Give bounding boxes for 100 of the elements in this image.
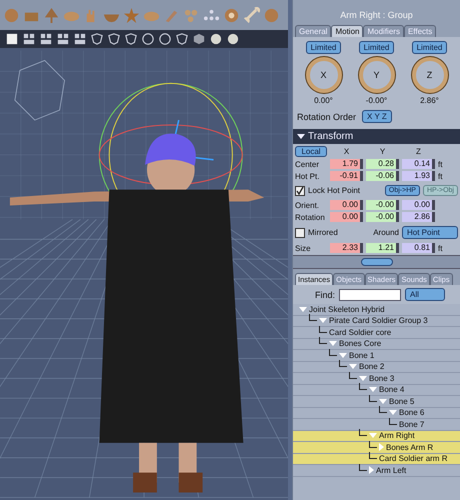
shield-icon[interactable] — [91, 33, 103, 45]
limit-dropdown[interactable]: Limited — [412, 41, 448, 54]
field-label: Orient. — [295, 200, 320, 210]
hexagon-outline — [14, 60, 65, 121]
field-label: Rotation Order — [297, 112, 356, 122]
tree-row[interactable]: Bones Core — [293, 338, 460, 350]
tree-label: Bone 7 — [399, 420, 424, 429]
field-label: Size — [295, 244, 312, 252]
checkbox-label: Mirrored — [308, 228, 338, 237]
number-field[interactable]: -0.06 — [366, 171, 399, 181]
tree-label: Joint Skeleton Hybrid — [309, 304, 385, 314]
circle-icon[interactable] — [142, 33, 154, 45]
checkbox[interactable] — [295, 186, 305, 196]
angle-value: -0.00° — [366, 96, 388, 105]
number-field[interactable]: 2.33 — [330, 243, 363, 253]
tree-label: Bone 5 — [389, 396, 414, 406]
number-field[interactable]: 0.28 — [366, 159, 399, 169]
tree-row[interactable]: Bone 4 — [293, 384, 460, 396]
tree-label: Bone 6 — [399, 408, 424, 418]
tree-row[interactable]: Bones Arm R — [293, 442, 460, 454]
tree-label: Bone 4 — [379, 385, 404, 394]
limit-dropdown[interactable]: Limited — [358, 41, 394, 54]
field-label: Find: — [315, 290, 336, 300]
section-header[interactable]: Transform — [293, 129, 460, 144]
disclosure-triangle-icon[interactable] — [297, 134, 305, 139]
bone-icon[interactable] — [243, 6, 260, 24]
number-field[interactable]: 0.81 — [402, 243, 435, 253]
field-label: Hot Pt. — [295, 172, 320, 180]
shield-icon[interactable] — [108, 33, 120, 45]
around-dropdown[interactable]: Hot Point — [402, 226, 458, 239]
layout-icon[interactable] — [57, 33, 69, 45]
tab[interactable]: Motion — [331, 25, 364, 37]
axis-label: X — [342, 147, 350, 156]
unit-label: ft — [438, 160, 444, 168]
tree-row[interactable]: Bone 5 — [293, 396, 460, 408]
sphere-icon[interactable] — [227, 33, 239, 45]
tree-label: Pirate Card Soldier Group 3 — [329, 316, 428, 326]
number-field[interactable]: 1.93 — [402, 171, 435, 181]
tree-icon[interactable] — [43, 6, 60, 24]
square-icon[interactable] — [6, 33, 18, 45]
limit-dropdown[interactable]: Limited — [306, 41, 342, 54]
rotation-order-dropdown[interactable]: X Y Z — [362, 110, 392, 123]
tree-row[interactable]: Arm Right — [293, 430, 460, 442]
rotation-dial[interactable]: X — [306, 57, 342, 93]
angle-value: 0.00° — [314, 96, 333, 105]
rotation-dial[interactable]: Z — [412, 57, 448, 93]
tree-row[interactable]: Bone 1 — [293, 350, 460, 362]
axis-label: Z — [415, 147, 422, 156]
splitter-handle[interactable] — [360, 258, 392, 266]
tree-label: Bones Core — [339, 339, 382, 348]
rotation-dial[interactable]: Y — [358, 57, 394, 93]
tree-row[interactable]: Card Soldier core — [293, 327, 460, 338]
number-field[interactable]: 0.00 — [330, 200, 363, 210]
tree-label: Card Soldier arm R — [379, 454, 448, 464]
axis-label: Y — [378, 147, 386, 156]
tree-row[interactable]: Bone 6 — [293, 408, 460, 419]
number-field[interactable]: -0.00 — [366, 200, 399, 210]
number-field[interactable]: -0.00 — [366, 212, 399, 222]
number-field[interactable]: 1.21 — [366, 243, 399, 253]
field-label: Rotation — [295, 212, 326, 222]
circle-icon[interactable] — [159, 33, 171, 45]
unit-label: ft — [438, 244, 444, 252]
tree-label: Bones Arm R — [386, 442, 434, 452]
tree-label: Bone 1 — [349, 350, 374, 360]
number-field[interactable]: 0.00 — [402, 200, 435, 210]
tree-label: Card Soldier core — [329, 328, 392, 337]
tree-row[interactable]: Card Soldier arm R — [293, 454, 460, 465]
tree-row[interactable]: Arm Left — [293, 465, 460, 476]
tree-row[interactable]: Pirate Card Soldier Group 3 — [293, 316, 460, 327]
shield-icon[interactable] — [125, 33, 137, 45]
tree-row[interactable]: Bone 3 — [293, 373, 460, 384]
tree-label: Arm Left — [376, 466, 406, 475]
number-field[interactable]: 1.79 — [330, 159, 363, 169]
section-title: Transform — [308, 131, 354, 142]
space-dropdown[interactable]: Local — [295, 146, 327, 157]
sphere-icon[interactable] — [210, 33, 222, 45]
tree-row[interactable]: Bone 2 — [293, 362, 460, 373]
layout-icon[interactable] — [23, 33, 35, 45]
find-field[interactable] — [339, 288, 402, 300]
ring-icon[interactable] — [223, 6, 240, 24]
number-field[interactable]: 0.00 — [330, 212, 363, 222]
layout-icon[interactable] — [74, 33, 86, 45]
field-label: Center — [295, 160, 320, 168]
tree-row[interactable]: Joint Skeleton Hybrid — [293, 304, 460, 316]
checkbox[interactable] — [295, 228, 305, 238]
tree-label: Bone 3 — [369, 374, 394, 383]
field-label: Around — [373, 228, 399, 237]
checkbox-label: Lock Hot Point — [308, 186, 360, 195]
layout-icon[interactable] — [40, 33, 52, 45]
number-field[interactable]: 0.14 — [402, 159, 435, 169]
number-field[interactable]: -0.91 — [330, 171, 363, 181]
tree-label: Bone 2 — [359, 362, 384, 372]
unit-label: ft — [438, 172, 444, 180]
panel-title: Arm Right : Group — [293, 0, 460, 25]
star-icon[interactable] — [123, 6, 140, 24]
number-field[interactable]: 2.86 — [402, 212, 435, 222]
filter-dropdown[interactable]: All — [405, 288, 446, 301]
shield-icon[interactable] — [176, 33, 188, 45]
angle-value: 2.86° — [420, 96, 439, 105]
tree-label: Arm Right — [379, 431, 415, 440]
